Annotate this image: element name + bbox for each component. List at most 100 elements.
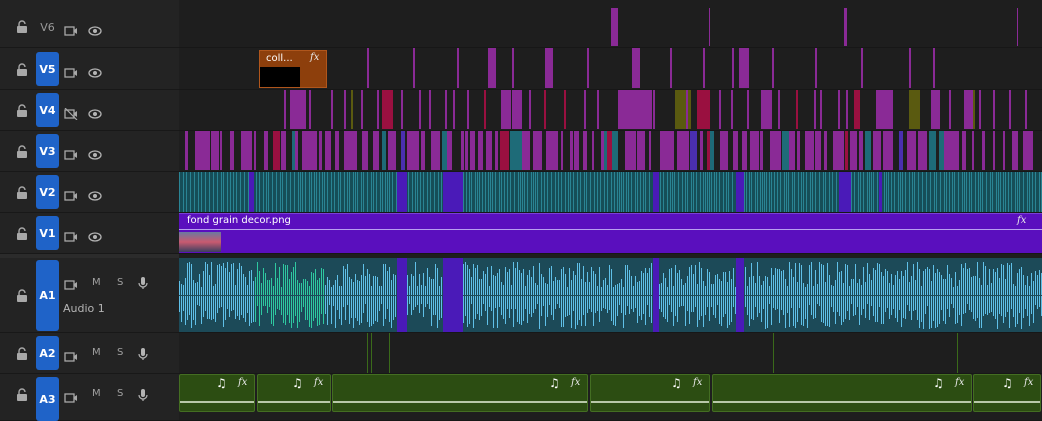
waveform-bar[interactable] xyxy=(179,281,180,295)
waveform-bar[interactable] xyxy=(699,296,700,320)
clip-edge[interactable] xyxy=(597,172,598,212)
waveform-bar[interactable] xyxy=(579,263,580,295)
waveform-bar[interactable] xyxy=(803,283,804,295)
opacity-rubber-band[interactable] xyxy=(179,229,1042,230)
waveform-bar[interactable] xyxy=(935,296,936,328)
waveform-bar[interactable] xyxy=(945,296,946,324)
waveform-bar[interactable] xyxy=(575,275,576,295)
waveform-bar[interactable] xyxy=(793,277,794,295)
waveform-bar[interactable] xyxy=(941,296,942,310)
waveform-bar[interactable] xyxy=(711,296,712,307)
video-clip[interactable] xyxy=(545,48,553,88)
video-clip[interactable] xyxy=(909,48,911,88)
waveform-bar[interactable] xyxy=(823,265,824,295)
clip-edge[interactable] xyxy=(626,172,627,212)
waveform-bar[interactable] xyxy=(977,262,978,295)
waveform-bar[interactable] xyxy=(585,282,586,295)
clip-edge[interactable] xyxy=(466,172,467,212)
waveform-bar[interactable] xyxy=(1003,265,1004,295)
waveform-bar[interactable] xyxy=(343,266,344,295)
clip-edge[interactable] xyxy=(940,172,941,212)
waveform-bar[interactable] xyxy=(267,296,268,313)
waveform-bar[interactable] xyxy=(539,296,540,329)
waveform-bar[interactable] xyxy=(701,268,702,295)
waveform-bar[interactable] xyxy=(551,296,552,315)
waveform-bar[interactable] xyxy=(413,296,414,310)
waveform-bar[interactable] xyxy=(375,276,376,295)
waveform-bar[interactable] xyxy=(1005,296,1006,317)
waveform-bar[interactable] xyxy=(975,296,976,321)
clip-edge[interactable] xyxy=(268,172,269,212)
clip-edge[interactable] xyxy=(376,172,377,212)
clip-edge[interactable] xyxy=(649,172,650,212)
waveform-bar[interactable] xyxy=(723,296,724,317)
clip-edge[interactable] xyxy=(746,172,747,212)
waveform-bar[interactable] xyxy=(835,296,836,324)
waveform-bar[interactable] xyxy=(1027,296,1028,316)
clip-edge[interactable] xyxy=(757,172,758,212)
waveform-bar[interactable] xyxy=(983,296,984,316)
music-clip[interactable]: ♫ fx xyxy=(257,374,331,412)
clip-edge[interactable] xyxy=(367,172,368,212)
audio-clip[interactable] xyxy=(957,333,958,373)
waveform-bar[interactable] xyxy=(641,296,642,320)
waveform-bar[interactable] xyxy=(875,296,876,322)
waveform-bar[interactable] xyxy=(965,296,966,313)
waveform-bar[interactable] xyxy=(797,296,798,322)
waveform-bar[interactable] xyxy=(795,296,796,328)
clip-edge[interactable] xyxy=(696,172,697,212)
waveform-bar[interactable] xyxy=(417,296,418,305)
waveform-bar[interactable] xyxy=(863,296,864,309)
waveform-bar[interactable] xyxy=(205,296,206,311)
clip-edge[interactable] xyxy=(766,172,767,212)
waveform-bar[interactable] xyxy=(335,280,336,295)
waveform-bar[interactable] xyxy=(827,263,828,295)
video-clip[interactable] xyxy=(453,90,455,129)
waveform-bar[interactable] xyxy=(1039,296,1040,307)
waveform-bar[interactable] xyxy=(599,267,600,295)
clip-edge[interactable] xyxy=(703,172,704,212)
waveform-bar[interactable] xyxy=(619,296,620,305)
clip-edge[interactable] xyxy=(755,172,756,212)
track-name-v5[interactable]: V5 xyxy=(36,52,59,86)
clip-edge[interactable] xyxy=(580,172,581,212)
waveform-bar[interactable] xyxy=(1023,275,1024,295)
video-clip[interactable] xyxy=(611,8,618,46)
waveform-bar[interactable] xyxy=(719,296,720,324)
video-clip[interactable] xyxy=(587,48,589,88)
video-clip[interactable] xyxy=(495,131,498,170)
waveform-bar[interactable] xyxy=(559,296,560,308)
video-clip[interactable] xyxy=(310,131,317,170)
clip-edge[interactable] xyxy=(788,172,789,212)
clip-edge[interactable] xyxy=(179,172,180,212)
clip-edge[interactable] xyxy=(561,172,562,212)
waveform-bar[interactable] xyxy=(241,296,242,315)
waveform-bar[interactable] xyxy=(981,296,982,328)
waveform-bar[interactable] xyxy=(327,296,328,325)
waveform-bar[interactable] xyxy=(383,296,384,326)
waveform-bar[interactable] xyxy=(189,296,190,315)
clip-edge[interactable] xyxy=(482,172,483,212)
waveform-bar[interactable] xyxy=(219,264,220,295)
clip-edge[interactable] xyxy=(510,172,511,212)
waveform-bar[interactable] xyxy=(847,296,848,311)
waveform-bar[interactable] xyxy=(1001,264,1002,295)
waveform-bar[interactable] xyxy=(553,296,554,320)
track-name-v2[interactable]: V2 xyxy=(36,175,59,209)
volume-rubber-band[interactable] xyxy=(591,401,709,403)
track-name-v1[interactable]: V1 xyxy=(36,216,59,250)
clip-edge[interactable] xyxy=(714,172,715,212)
clip-edge[interactable] xyxy=(780,172,781,212)
waveform-bar[interactable] xyxy=(993,269,994,295)
video-clip[interactable] xyxy=(773,131,781,170)
clip-edge[interactable] xyxy=(408,172,409,212)
waveform-bar[interactable] xyxy=(567,287,568,295)
clip-edge[interactable] xyxy=(863,172,864,212)
waveform-bar[interactable] xyxy=(925,296,926,314)
clip-edge[interactable] xyxy=(233,172,234,212)
video-clip[interactable] xyxy=(564,90,566,129)
waveform-bar[interactable] xyxy=(799,263,800,295)
clip-edge[interactable] xyxy=(280,172,281,212)
clip-edge[interactable] xyxy=(522,172,523,212)
waveform-bar[interactable] xyxy=(787,296,788,313)
